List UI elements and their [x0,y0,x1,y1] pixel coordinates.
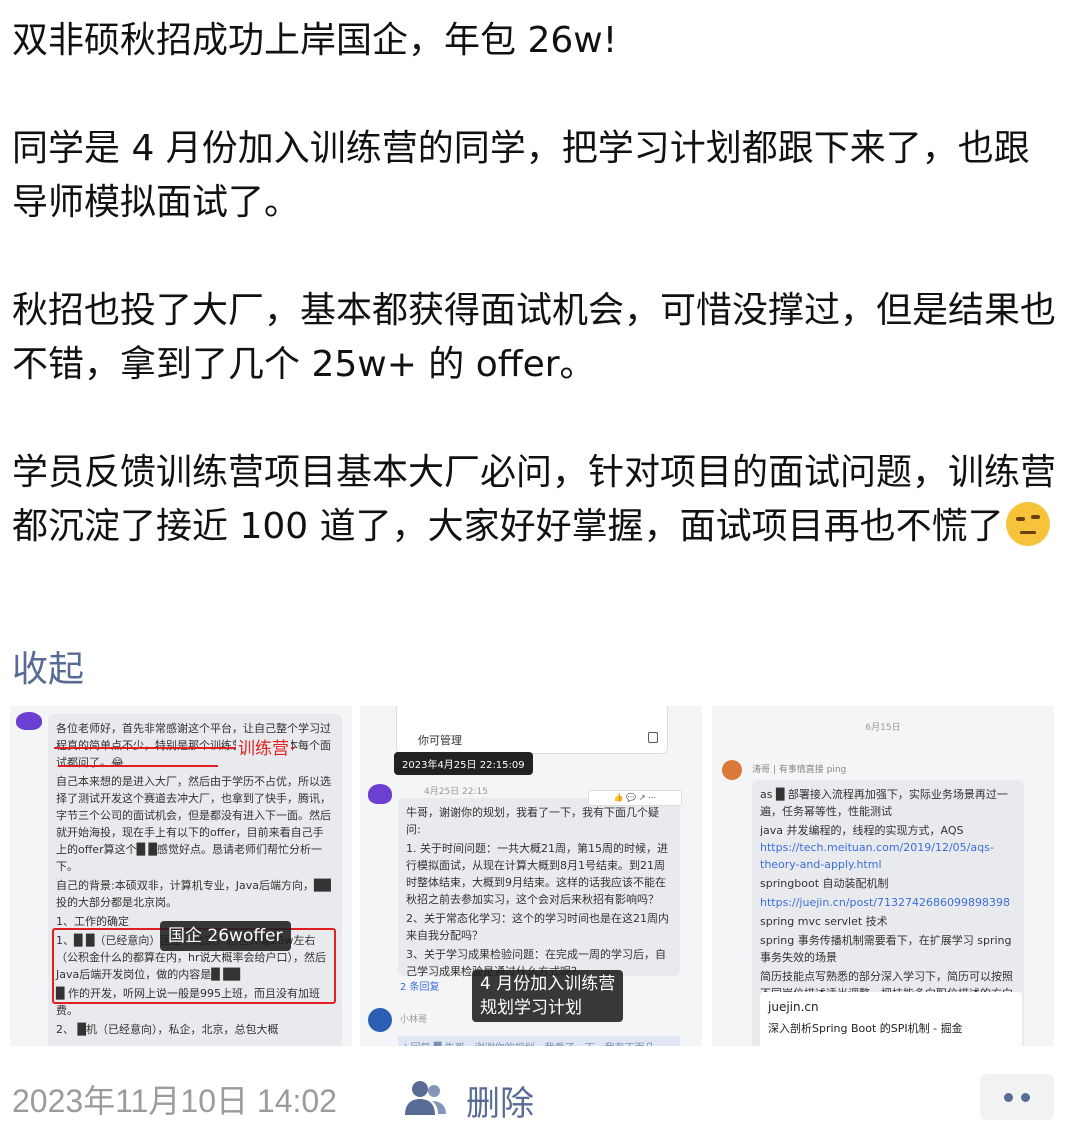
copy-icon [648,732,658,743]
avatar [368,1008,392,1032]
avatar [16,712,42,730]
thinking-face-icon [1005,502,1050,546]
post-text: 双非硕秋招成功上岸国企，年包 26w! 同学是 4 月份加入训练营的同学，把学习… [12,14,1062,554]
visibility-group-icon[interactable] [402,1078,448,1118]
link-preview-card: juejin.cn 深入剖析Spring Boot 的SPI机制 - 掘金 [760,992,1022,1046]
chat-line: 自己本来想的是进入大厂，然后由于学历不占优，所以选择了测试开发这个赛道去冲大厂，… [56,775,331,873]
sender-name: 涛哥 | 有事情直接 ping [752,765,847,775]
post-paragraph: 双非硕秋招成功上岸国企，年包 26w! [12,20,618,61]
more-options-button[interactable] [980,1074,1054,1120]
highlight-underline [58,765,218,767]
more-dots-icon [1021,1093,1030,1102]
post-timestamp: 2023年11月10日 14:02 [12,1083,337,1119]
annotation-label: 国企 26woffer [160,921,291,951]
chat-line: as █ 部署接入流程再加强下，实际业务场景再过一遍，任务幂等性，性能测试 [760,788,1008,818]
chat-line: 2、关于常态化学习：这个的学习时间也是在这21周内来自我分配吗？ [406,912,669,942]
image-thumbnail-1[interactable]: 各位老师好，首先非常感谢这个平台，让自己整个学习过程真的简单点不少，特别是那个训… [10,706,352,1046]
chat-line: 牛哥，谢谢你的规划，我看了一下，我有下面几个疑问: [406,806,659,836]
chat-line: spring mvc servlet 技术 [760,915,888,928]
highlight-label: 训练营 [236,734,291,759]
juejin-link: https://juejin.cn/post/71327426860998983… [760,896,1010,909]
post-paragraph: 同学是 4 月份加入训练营的同学，把学习计划都跟下来了，也跟导师模拟面试了。 [12,128,1030,223]
link-site: juejin.cn [768,1000,819,1014]
post-paragraph-text: 学员反馈训练营项目基本大厂必问，针对项目的面试问题，训练营都沉淀了接近 100 … [12,452,1057,547]
chat-line: java 并发编程的，线程的实现方式，AQS https://tech.meit… [760,822,1016,873]
post-paragraph: 秋招也投了大厂，基本都获得面试机会，可惜没撑过，但是结果也不错，拿到了几个 25… [12,290,1057,385]
message-date: 4月25日 22:15 [424,787,488,797]
sender-name: 小林哥 [400,1015,428,1025]
chat-line: 2、 █机（已经意向），私企，北京，总包大概 [56,1023,279,1036]
reply-quote: | 回复 █ 牛哥，谢谢你的规划，我看了一下，我有下面几 [398,1036,680,1046]
chat-line: spring 事务传播机制需要看下，在扩展学习 spring 事务失效的场景 [760,934,1012,964]
post-paragraph-last: 学员反馈训练营项目基本大厂必问，针对项目的面试问题，训练营都沉淀了接近 100 … [12,446,1062,554]
chat-line: 1. 关于时间问题：一共大概21周，第15周的时候，进行模拟面试，从现在计算大概… [406,842,668,906]
collapse-link[interactable]: 收起 [12,640,84,692]
avatar [368,784,392,804]
chat-line: 自己的背景:本硕双非，计算机专业，Java后端方向，██ 投的大部分都是北京岗。 [56,879,331,909]
image-thumbnail-2[interactable]: 你可管理 2023年4月25日 22:15:09 4月25日 22:15 牛哥，… [360,706,702,1046]
chat-bubble: 牛哥，谢谢你的规划，我看了一下，我有下面几个疑问: 1. 关于时间问题：一共大概… [398,798,680,978]
annotation-label: 4 月份加入训练营 规划学习计划 [472,970,624,1022]
chat-line: https://juejin.cn/post/71327426860998983… [760,894,1016,911]
chat-date: 6月15日 [865,723,901,733]
post-footer: 2023年11月10日 14:02 删除 [12,1074,1072,1124]
chat-line: springboot 自动装配机制 [760,877,889,890]
image-thumbnail-3[interactable]: 6月15日 涛哥 | 有事情直接 ping as █ 部署接入流程再加强下，实际… [712,706,1054,1046]
manage-label: 你可管理 [418,734,462,747]
aqs-link: https://tech.meituan.com/2019/12/05/aqs-… [760,841,994,871]
timestamp-tooltip: 2023年4月25日 22:15:09 [394,752,533,775]
avatar [722,760,742,780]
delete-link[interactable]: 删除 [466,1076,534,1124]
message-toolbar: 👍 💬 ↗ ⋯ [588,790,682,806]
link-title: 深入剖析Spring Boot 的SPI机制 - 掘金 [768,1022,963,1035]
chat-line: 各位老师好，首先非常感谢这个平台，让自己整个学习过程真的简单点不少，特别是那个训… [56,722,331,769]
replies-link: 2 条回复 [400,982,440,993]
chat-line-text: java 并发编程的，线程的实现方式，AQS [760,824,964,837]
image-grid: 各位老师好，首先非常感谢这个平台，让自己整个学习过程真的简单点不少，特别是那个训… [10,706,1054,1046]
more-dots-icon [1004,1093,1013,1102]
